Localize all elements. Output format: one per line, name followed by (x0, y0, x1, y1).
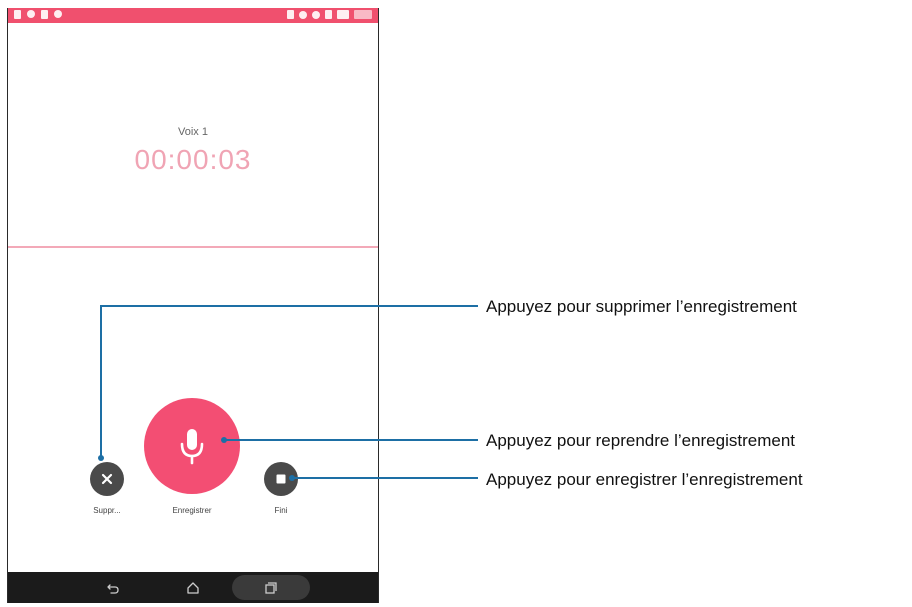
callout-delete: Appuyez pour supprimer l’enregistrement (486, 297, 797, 316)
leader-dot-save (289, 475, 295, 481)
leader-dot-delete (98, 455, 104, 461)
leader-dot-resume (221, 437, 227, 443)
callout-resume: Appuyez pour reprendre l’enregistrement (486, 431, 796, 450)
leader-line-delete (100, 305, 478, 458)
callout-save: Appuyez pour enregistrer l’enregistremen… (486, 470, 803, 489)
